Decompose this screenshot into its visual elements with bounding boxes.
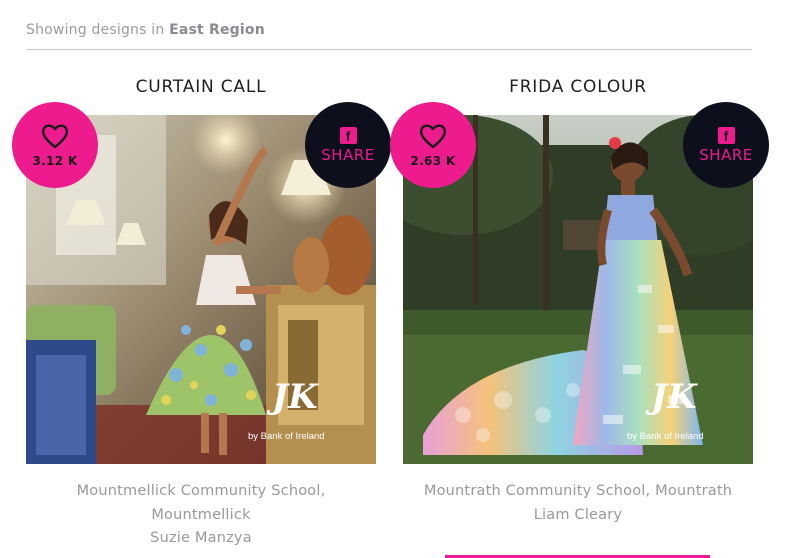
design-title[interactable]: CURTAIN CALL: [26, 76, 376, 98]
facebook-icon: f: [717, 126, 735, 144]
filter-prefix: Showing designs in: [26, 22, 165, 38]
design-title[interactable]: FRIDA COLOUR: [403, 76, 753, 98]
design-gallery: Showing designs in East Region CURTAIN C…: [0, 0, 800, 558]
jk-logo: JK: [272, 377, 318, 417]
like-count: 3.12 K: [32, 154, 78, 168]
like-count: 2.63 K: [410, 154, 456, 168]
design-card[interactable]: FRIDA COLOUR JK by Bank of Ireland 2.63 …: [390, 76, 769, 523]
bank-of-ireland-logo: by Bank of Ireland: [627, 431, 704, 442]
designer-name: Liam Cleary: [533, 506, 623, 523]
school-name: Mountrath Community School, Mountrath: [423, 483, 733, 499]
like-button[interactable]: 3.12 K: [12, 102, 98, 188]
jk-logo: JK: [651, 377, 697, 417]
filter-region[interactable]: East Region: [169, 22, 265, 38]
region-filter-text: Showing designs in East Region: [26, 22, 265, 38]
design-card[interactable]: CURTAIN CALL JK by Bank of Ireland 3.12 …: [12, 76, 391, 546]
divider: [26, 49, 752, 50]
bank-of-ireland-logo: by Bank of Ireland: [248, 431, 325, 442]
designer-name: Suzie Manzya: [150, 530, 252, 546]
like-button[interactable]: 2.63 K: [390, 102, 476, 188]
heart-icon: [419, 124, 447, 149]
school-town: Mountmellick: [151, 506, 251, 523]
heart-icon: [41, 124, 69, 149]
facebook-icon: f: [339, 126, 357, 144]
share-label: SHARE: [321, 145, 375, 164]
design-caption: Mountmellick Community School, Mountmell…: [26, 480, 376, 551]
school-name: Mountmellick Community School,: [76, 483, 326, 499]
share-button[interactable]: f SHARE: [305, 102, 391, 188]
share-button[interactable]: f SHARE: [683, 102, 769, 188]
share-label: SHARE: [699, 145, 753, 164]
design-caption: Mountrath Community School, Mountrath Li…: [403, 480, 753, 527]
